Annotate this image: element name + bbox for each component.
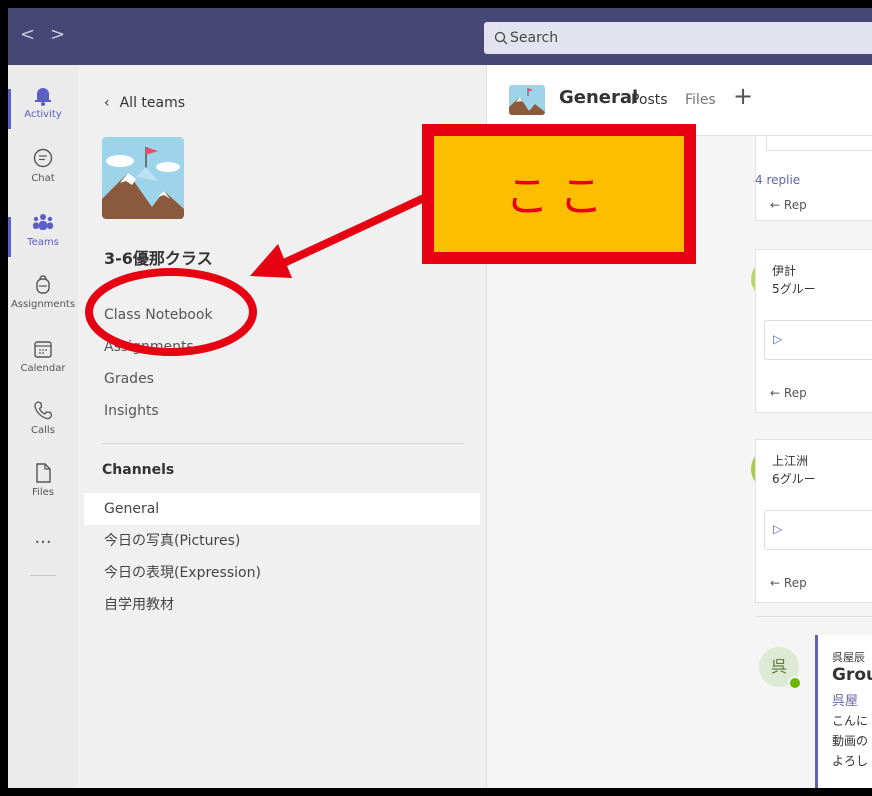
reply-label: Rep — [783, 576, 807, 590]
rail-item-chat[interactable]: Chat — [8, 147, 78, 205]
channel-self-study[interactable]: 自学用教材 — [84, 589, 480, 621]
channels-heading: Channels — [102, 462, 175, 478]
channel-general[interactable]: General — [84, 493, 480, 525]
search-icon — [494, 22, 508, 66]
backpack-icon — [36, 275, 50, 294]
file-icon — [36, 463, 51, 483]
annotation-text: ここ — [505, 171, 613, 222]
bell-icon — [35, 88, 51, 106]
rail-label: Chat — [31, 173, 55, 184]
more-apps-button[interactable]: ... — [8, 527, 78, 585]
post-title: Grou — [832, 665, 872, 685]
rail-label: Files — [32, 487, 54, 498]
rail-divider — [30, 575, 56, 576]
rail-label: Assignments — [10, 299, 76, 310]
channel-label: 今日の表現(Expression) — [104, 565, 261, 581]
tab-files[interactable]: Files — [685, 92, 716, 108]
all-teams-link[interactable]: ‹ All teams — [104, 95, 185, 111]
channel-label: 自学用教材 — [104, 597, 174, 613]
post-card: 呉屋辰 Grou 呉屋 こんに 動画の よろし — [815, 635, 872, 788]
rail-label: Teams — [27, 237, 59, 248]
channel-team-icon — [509, 85, 545, 115]
post-card: 伊計 5グルー ▷ ← Rep — [755, 249, 872, 413]
calendar-icon — [34, 341, 52, 358]
annotation-callout: ここ — [422, 124, 696, 264]
team-avatar[interactable] — [102, 137, 184, 219]
rail-item-activity[interactable]: Activity — [8, 83, 78, 141]
menu-insights[interactable]: Insights — [104, 403, 159, 419]
rail-item-teams[interactable]: Teams — [8, 211, 78, 269]
channel-title: General — [559, 87, 639, 108]
phone-icon — [34, 401, 53, 420]
post-author: 伊計 — [772, 264, 797, 278]
rail-item-assignments[interactable]: Assignments — [8, 273, 78, 331]
reply-button[interactable]: ← Rep — [770, 386, 807, 400]
channel-expression[interactable]: 今日の表現(Expression) — [84, 557, 480, 589]
search-box[interactable]: Search — [484, 22, 872, 54]
post-author: 上江洲 — [772, 454, 809, 468]
chat-icon — [33, 148, 53, 168]
forward-arrow-button[interactable]: > — [50, 26, 65, 44]
play-icon: ▷ — [773, 332, 783, 346]
video-attachment[interactable]: ▷ — [764, 320, 872, 360]
menu-divider — [102, 443, 464, 444]
post-line: こんに — [832, 714, 869, 728]
post-card: 上江洲 6グルー ▷ ← Rep — [755, 439, 872, 603]
menu-grades[interactable]: Grades — [104, 371, 154, 387]
post-mention[interactable]: 呉屋 — [832, 690, 858, 709]
channel-label: General — [104, 501, 160, 517]
rail-item-files[interactable]: Files — [8, 461, 78, 519]
team-name: 3-6優那クラス — [104, 249, 213, 268]
reply-label: Rep — [783, 386, 807, 400]
thread-divider — [755, 616, 872, 617]
post-author: 呉屋辰 — [832, 651, 865, 664]
teams-icon — [33, 214, 53, 230]
reply-arrow-icon: ← — [770, 576, 781, 590]
attachment-preview — [766, 136, 872, 151]
reply-button[interactable]: ← Rep — [770, 198, 807, 212]
rail-label: Activity — [24, 109, 62, 120]
menu-class-notebook[interactable]: Class Notebook — [104, 307, 213, 323]
reply-arrow-icon: ← — [770, 198, 781, 212]
post-line: 動画の — [832, 734, 869, 748]
play-icon: ▷ — [773, 522, 783, 536]
channel-label: 今日の写真(Pictures) — [104, 533, 241, 549]
video-attachment[interactable]: ▷ — [764, 510, 872, 550]
replies-link[interactable]: 4 replie — [755, 173, 800, 187]
reply-label: Rep — [783, 198, 807, 212]
more-icon: ... — [34, 527, 52, 548]
reply-arrow-icon: ← — [770, 386, 781, 400]
menu-assignments[interactable]: Assignments — [104, 339, 194, 355]
title-bar: < > Search — [8, 8, 872, 65]
channel-pictures[interactable]: 今日の写真(Pictures) — [84, 525, 480, 557]
all-teams-label: All teams — [119, 95, 186, 111]
back-arrow-button[interactable]: < — [20, 26, 35, 44]
post-text: 5グルー — [772, 282, 816, 296]
post-line: よろし — [832, 754, 869, 768]
reply-button[interactable]: ← Rep — [770, 576, 807, 590]
add-tab-button[interactable]: + — [733, 84, 753, 108]
app-rail: Activity Chat Teams Assignments Calendar… — [8, 65, 78, 788]
rail-item-calendar[interactable]: Calendar — [8, 337, 78, 395]
chevron-left-icon: ‹ — [104, 95, 110, 111]
tab-posts[interactable]: Posts — [631, 92, 668, 108]
rail-item-calls[interactable]: Calls — [8, 399, 78, 457]
search-placeholder: Search — [510, 30, 559, 46]
rail-label: Calendar — [20, 363, 66, 374]
post-text: 6グルー — [772, 472, 816, 486]
rail-label: Calls — [31, 425, 55, 436]
presence-available-icon — [788, 676, 802, 690]
